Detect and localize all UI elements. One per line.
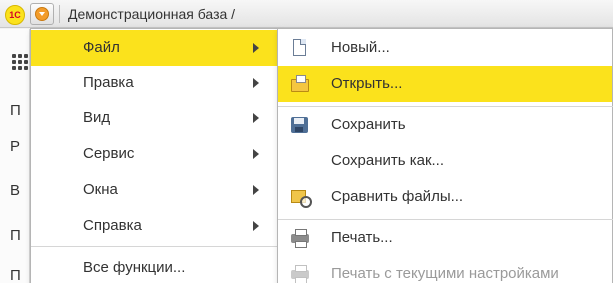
title-bar: 1C Демонстрационная база / bbox=[0, 0, 613, 28]
app-logo-icon: 1C bbox=[5, 5, 25, 25]
open-folder-icon bbox=[290, 75, 310, 93]
main-menu-popup: Файл Правка Вид Сервис Окна Справка Все … bbox=[30, 28, 279, 283]
left-panel-item[interactable]: П bbox=[10, 227, 21, 244]
menu-item-open[interactable]: Открыть... bbox=[278, 66, 612, 102]
left-panel-item[interactable]: Р bbox=[10, 138, 20, 155]
app-logo-text: 1C bbox=[9, 10, 21, 20]
chevron-right-icon bbox=[253, 113, 259, 123]
menu-item-label: Окна bbox=[83, 181, 118, 198]
menu-item-label: Все функции... bbox=[83, 259, 186, 276]
menu-item-new[interactable]: Новый... bbox=[278, 30, 612, 66]
menu-item-label: Сравнить файлы... bbox=[331, 188, 464, 205]
menu-item-edit[interactable]: Правка bbox=[31, 65, 277, 101]
menu-item-view[interactable]: Вид bbox=[31, 100, 277, 136]
menu-item-save[interactable]: Сохранить bbox=[278, 107, 612, 143]
chevron-right-icon bbox=[253, 149, 259, 159]
chevron-right-icon bbox=[253, 78, 259, 88]
menu-item-help[interactable]: Справка bbox=[31, 208, 277, 244]
save-floppy-icon bbox=[290, 116, 310, 134]
printer-icon bbox=[290, 229, 310, 248]
chevron-right-icon bbox=[253, 43, 259, 53]
menu-item-file[interactable]: Файл bbox=[31, 30, 277, 66]
menu-item-label: Новый... bbox=[331, 39, 390, 56]
menu-item-label: Печать с текущими настройками bbox=[331, 265, 559, 282]
window-title: Демонстрационная база / bbox=[68, 6, 236, 22]
chevron-right-icon bbox=[253, 221, 259, 231]
compare-files-icon bbox=[290, 188, 312, 208]
menu-item-label: Справка bbox=[83, 217, 142, 234]
menu-item-label: Печать... bbox=[331, 229, 393, 246]
menu-item-label: Сервис bbox=[83, 145, 135, 162]
menu-separator bbox=[31, 246, 279, 247]
printer-icon bbox=[290, 265, 310, 283]
menu-item-save-as[interactable]: Сохранить как... bbox=[278, 143, 612, 179]
menu-item-label: Правка bbox=[83, 74, 134, 91]
menu-item-label: Сохранить как... bbox=[331, 152, 445, 169]
menu-item-label: Открыть... bbox=[331, 75, 403, 92]
menu-item-print[interactable]: Печать... bbox=[278, 220, 612, 256]
title-separator bbox=[59, 5, 60, 23]
menu-item-label: Сохранить bbox=[331, 116, 406, 133]
main-menu-button[interactable] bbox=[30, 3, 54, 25]
left-panel-item[interactable]: П bbox=[10, 267, 21, 283]
menu-item-service[interactable]: Сервис bbox=[31, 136, 277, 172]
sections-grid-icon[interactable] bbox=[12, 54, 28, 70]
menu-item-compare-files[interactable]: Сравнить файлы... bbox=[278, 179, 612, 215]
menu-item-all-functions[interactable]: Все функции... bbox=[31, 250, 277, 283]
menu-item-label: Вид bbox=[83, 109, 111, 126]
chevron-right-icon bbox=[253, 185, 259, 195]
chevron-down-icon bbox=[35, 7, 49, 21]
menu-item-label: Файл bbox=[83, 39, 120, 56]
left-panel-item[interactable]: П bbox=[10, 102, 21, 119]
left-panel: П Р В П П bbox=[0, 29, 30, 283]
file-submenu-popup: Новый... Открыть... Сохранить Сохранить … bbox=[277, 28, 613, 283]
new-document-icon bbox=[290, 39, 310, 57]
menu-item-windows[interactable]: Окна bbox=[31, 172, 277, 208]
left-panel-item[interactable]: В bbox=[10, 182, 20, 199]
menu-item-print-current-settings[interactable]: Печать с текущими настройками bbox=[278, 256, 612, 283]
